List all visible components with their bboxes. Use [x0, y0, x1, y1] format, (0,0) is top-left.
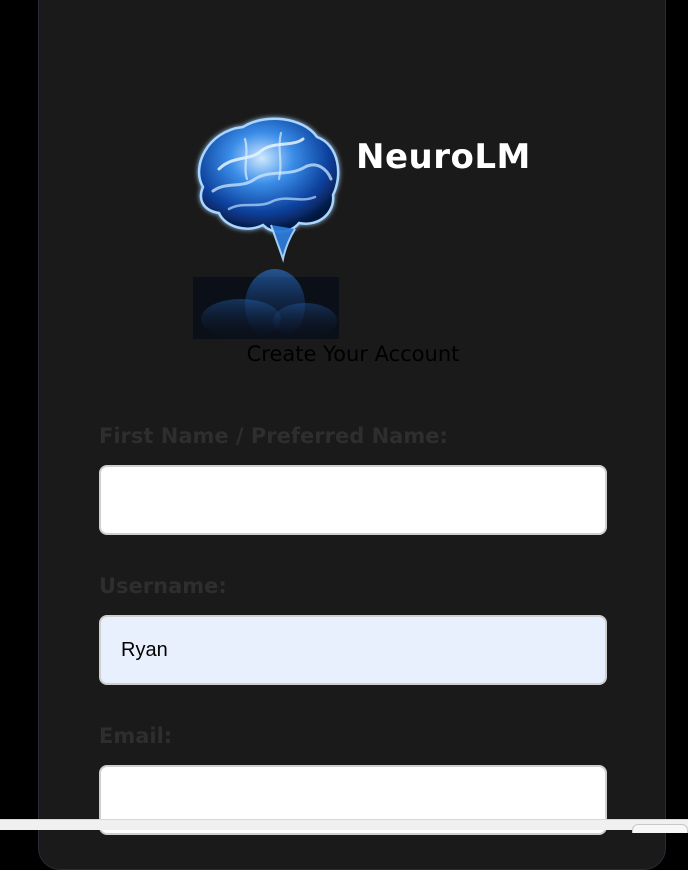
brain-icon [193, 117, 340, 339]
email-label: Email: [99, 724, 173, 748]
brand-header: NeuroLM [179, 109, 539, 339]
first-name-label: First Name / Preferred Name: [99, 424, 448, 448]
username-input[interactable] [99, 615, 607, 685]
username-label: Username: [99, 574, 227, 598]
browser-bottom-bar [0, 819, 688, 833]
first-name-input[interactable] [99, 465, 607, 535]
brand-name: NeuroLM [356, 137, 531, 177]
form-subtitle: Create Your Account [246, 342, 460, 366]
signup-card: NeuroLM Create Your Account First Name /… [38, 0, 666, 870]
